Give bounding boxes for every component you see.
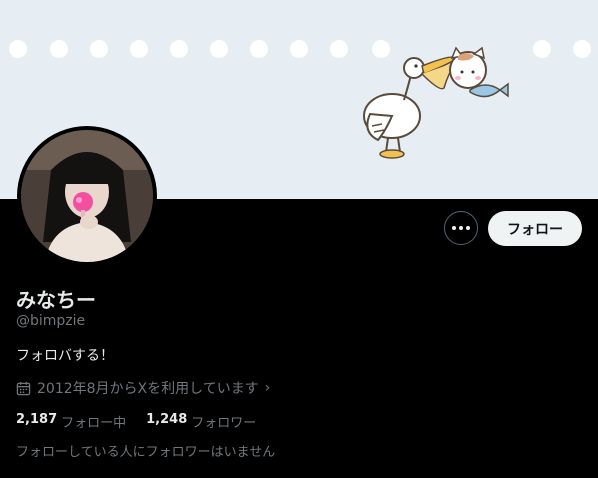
banner-dot — [573, 40, 591, 58]
more-horizontal-icon — [452, 226, 456, 230]
pelican-illustration — [363, 46, 509, 159]
display-name: みなちー — [16, 288, 96, 312]
mutual-followers-note: フォローしている人にフォロワーはいません — [16, 445, 276, 460]
username-handle: @bimpzie — [16, 313, 86, 329]
calendar-icon — [16, 381, 31, 395]
following-count: 2,187 — [16, 412, 58, 427]
more-options-button[interactable] — [444, 211, 478, 245]
following-link[interactable]: 2,187 フォロー中 — [16, 412, 126, 431]
avatar[interactable] — [17, 126, 157, 266]
banner-dot — [50, 40, 68, 58]
avatar-photo — [21, 130, 153, 262]
followers-count: 1,248 — [146, 412, 188, 427]
following-label: フォロー中 — [61, 416, 127, 431]
followers-label: フォロワー — [191, 416, 257, 431]
followers-link[interactable]: 1,248 フォロワー — [146, 412, 256, 431]
joined-date[interactable]: 2012年8月からXを利用しています › — [16, 378, 270, 398]
banner-dot — [9, 40, 27, 58]
banner-dot — [533, 40, 551, 58]
banner-dot — [330, 40, 348, 58]
chevron-right-icon: › — [264, 380, 271, 396]
profile-bio: フォロバする！ — [16, 348, 114, 364]
banner-dot — [90, 40, 108, 58]
banner-dot — [130, 40, 148, 58]
banner-dot — [170, 40, 188, 58]
banner-dot — [290, 40, 308, 58]
banner-dot — [250, 40, 268, 58]
banner-dot — [210, 40, 228, 58]
follow-stats: 2,187 フォロー中 1,248 フォロワー — [16, 412, 256, 431]
follow-button[interactable]: フォロー — [488, 211, 582, 246]
joined-text: 2012年8月からXを利用しています — [37, 381, 259, 397]
